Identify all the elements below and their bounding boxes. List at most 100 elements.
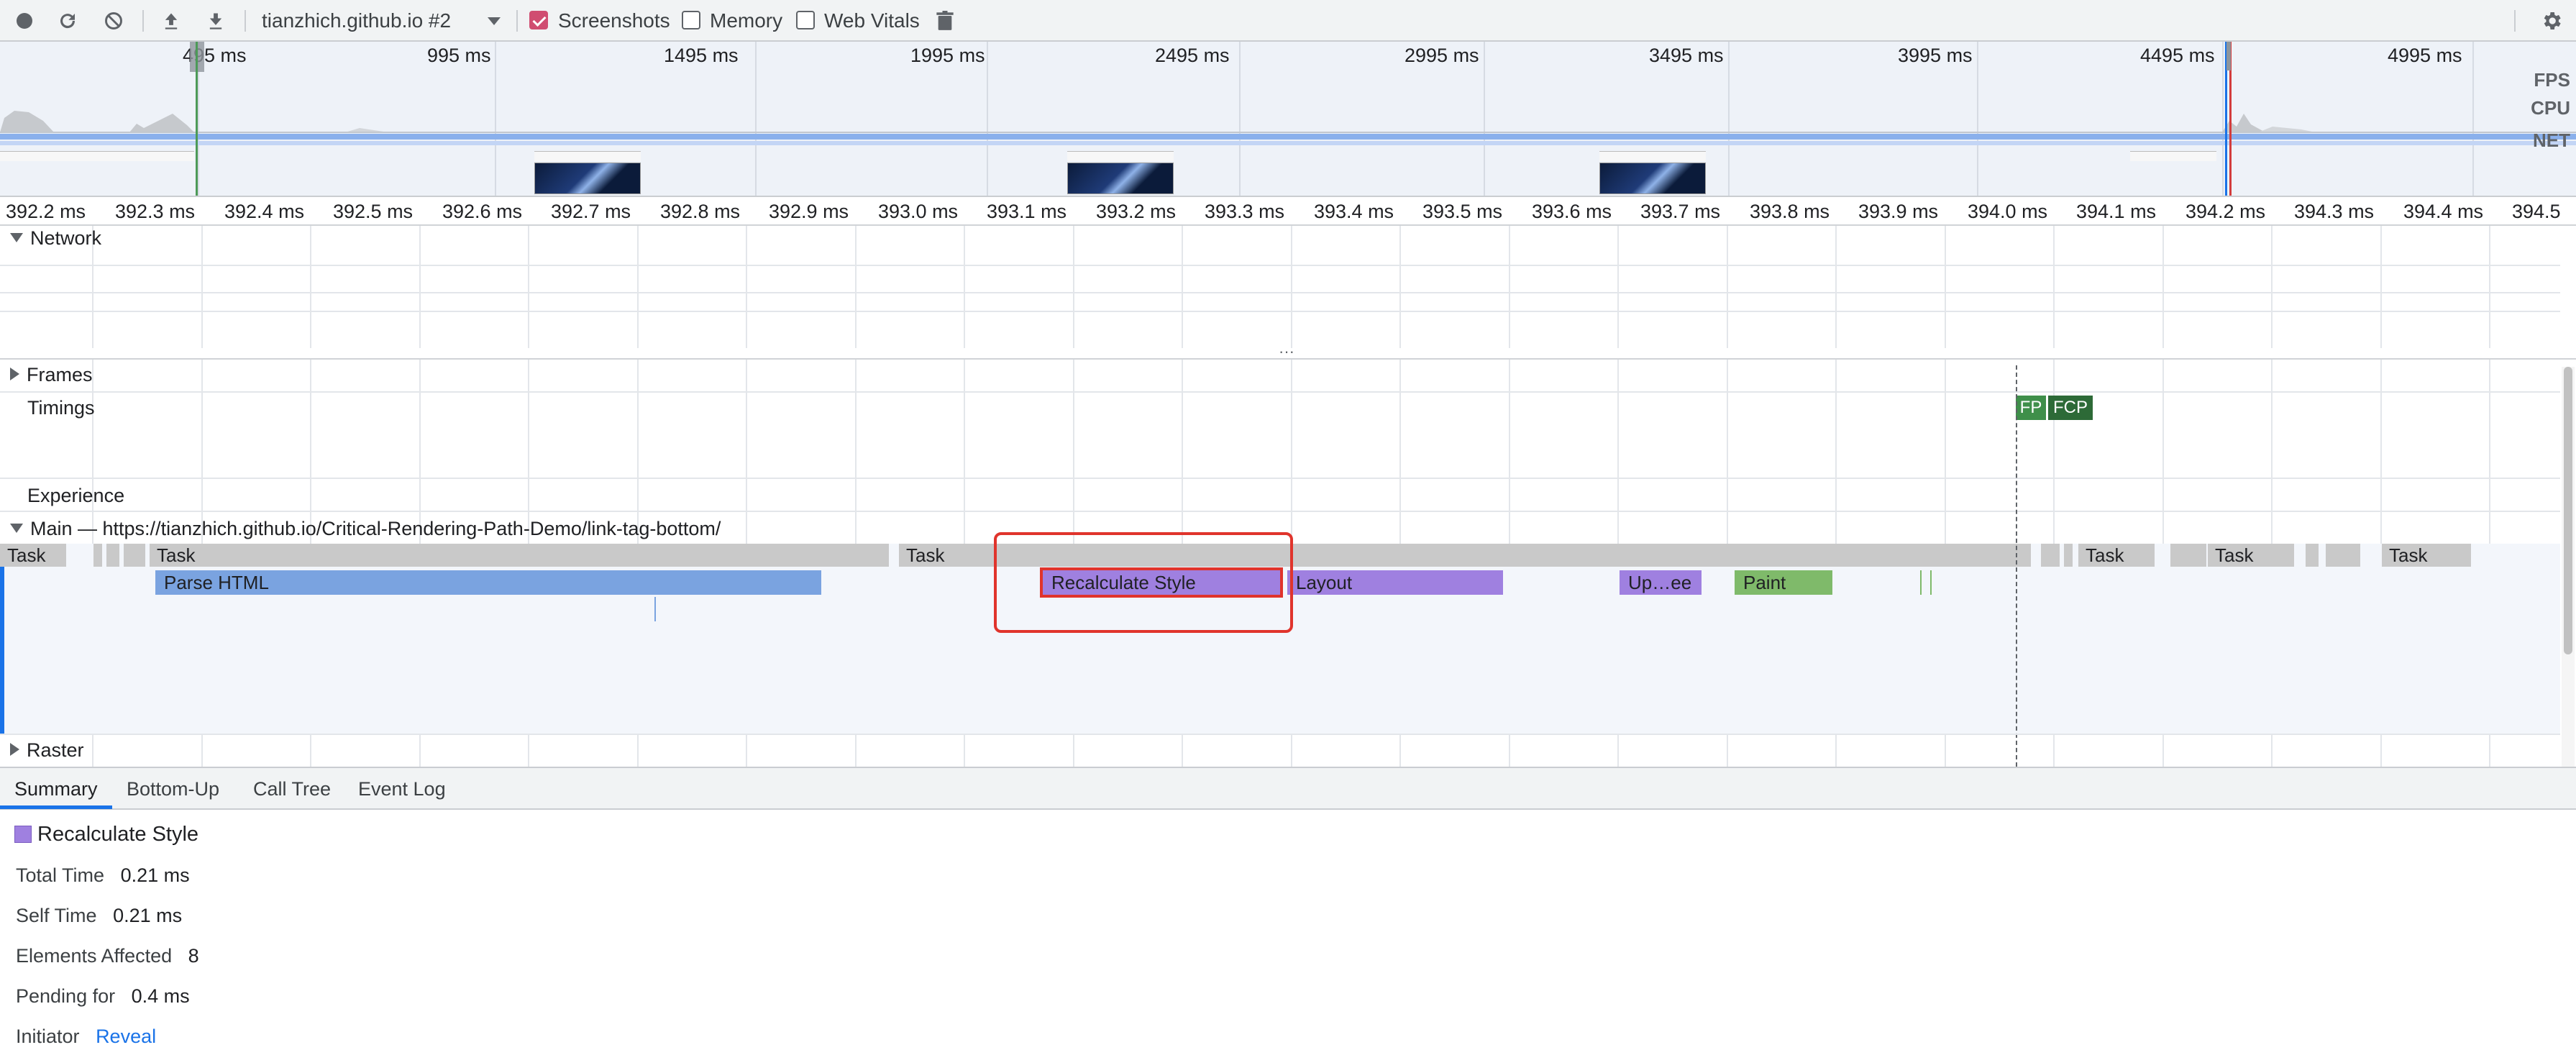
ruler-label: 392.4 ms [224,201,305,222]
initiator-reveal-link[interactable]: Reveal [96,1026,156,1047]
task-bar[interactable]: Task [2382,544,2471,567]
pending-for-value: 0.4 ms [131,985,190,1007]
web-vitals-checkbox[interactable] [796,11,815,29]
ruler-label: 393.6 ms [1532,201,1612,222]
fcp-marker[interactable]: FCP [2048,396,2093,420]
reload-icon[interactable] [53,0,82,42]
timings-track-title: Timings [27,397,95,419]
fp-timing-line [2016,365,2017,767]
self-time-row: Self Time 0.21 ms [16,905,182,927]
toolbar: tianzhich.github.io #2 Screenshots Memor… [0,0,2576,42]
ruler-label: 393.4 ms [1314,201,1394,222]
memory-label: Memory [710,9,783,32]
screenshots-checkbox[interactable] [529,11,548,29]
elements-affected-value: 8 [188,945,199,967]
upload-icon[interactable] [157,0,186,42]
ruler-label: 392.2 ms [6,201,86,222]
task-bar[interactable] [2306,544,2319,567]
frames-track-title: Frames [27,364,93,385]
expand-arrow-icon [10,233,23,242]
ruler-label: 392.8 ms [660,201,741,222]
task-bar[interactable] [93,544,102,567]
selection-handle[interactable] [2226,42,2231,70]
tab-event-log[interactable]: Event Log [358,768,446,810]
ruler-label: 392.7 ms [551,201,631,222]
self-time-label: Self Time [16,905,97,926]
overview-tick-label: 3995 ms [1898,45,1973,66]
settings-gear-icon[interactable] [2536,0,2567,42]
record-icon[interactable] [10,0,39,42]
raster-track-header[interactable]: Raster [10,739,84,762]
task-bar[interactable]: Task [2208,544,2294,567]
trash-icon[interactable] [931,0,959,42]
category-swatch [14,826,32,843]
ruler-label: 393.0 ms [878,201,959,222]
main-track-header[interactable]: Main — https://tianzhich.github.io/Criti… [10,518,721,540]
task-bar[interactable] [124,544,145,567]
frames-track-header[interactable]: Frames [10,364,93,386]
chevron-down-icon[interactable] [483,0,505,42]
ruler-label: 393.8 ms [1750,201,1830,222]
tab-summary[interactable]: Summary [14,768,98,810]
ruler-label: 394.3 ms [2294,201,2375,222]
highlight-annotation [994,532,1293,633]
paint-event[interactable]: Paint [1735,570,1832,595]
task-bar[interactable] [2326,544,2360,567]
task-bar[interactable] [2041,544,2060,567]
elements-affected-row: Elements Affected 8 [16,945,199,967]
ruler-label: 392.3 ms [115,201,196,222]
initiator-row: Initiator Reveal [16,1026,156,1048]
parse-html-event[interactable]: Parse HTML [155,570,821,595]
ruler-label: 394.4 ms [2403,201,2484,222]
initiator-label: Initiator [16,1026,80,1047]
active-tab-indicator [0,805,112,809]
ruler-label: 393.5 ms [1422,201,1503,222]
ruler-label: 393.7 ms [1640,201,1721,222]
cpu-activity-graph [0,111,2576,133]
overview-tick-label: 4495 ms [2140,45,2215,66]
task-bar[interactable]: Task [2078,544,2155,567]
expand-arrow-icon [10,524,23,533]
details-tabs: Summary Bottom-Up Call Tree Event Log [0,767,2576,810]
tab-call-tree[interactable]: Call Tree [253,768,331,810]
ruler-label: 394.5 [2512,201,2561,222]
task-bar[interactable] [106,544,119,567]
overview-tick-label: 4995 ms [2388,45,2462,66]
ruler-label: 392.5 ms [333,201,414,222]
ruler-label: 393.3 ms [1205,201,1285,222]
ruler-label: 394.2 ms [2186,201,2266,222]
profile-select[interactable]: tianzhich.github.io #2 [262,0,451,42]
ruler-label: 393.9 ms [1858,201,1939,222]
ruler-label: 393.2 ms [1096,201,1177,222]
screenshots-label: Screenshots [558,9,670,32]
ruler-label: 392.6 ms [442,201,523,222]
web-vitals-label: Web Vitals [824,9,920,32]
fp-marker[interactable]: FP [2016,396,2046,420]
network-track-title: Network [30,227,102,249]
overview-tick-label: 1495 ms [664,45,739,66]
update-layer-tree-event[interactable]: Up…ee [1620,570,1702,595]
elements-affected-label: Elements Affected [16,945,173,967]
timeline-overview[interactable]: 495 ms 995 ms 1495 ms 1995 ms 2495 ms 29… [0,42,2576,197]
clear-icon[interactable] [99,0,128,42]
task-bar[interactable]: Task [0,544,66,567]
pending-for-row: Pending for 0.4 ms [16,985,190,1008]
total-time-row: Total Time 0.21 ms [16,864,190,887]
memory-checkbox[interactable] [682,11,700,29]
layout-event[interactable]: Layout [1287,570,1503,595]
ruler-label: 394.0 ms [1968,201,2048,222]
resize-divider[interactable]: ··· [0,344,2576,360]
network-track-header[interactable]: Network [10,227,101,250]
expand-arrow-icon [10,743,19,756]
task-bar[interactable] [2064,544,2073,567]
ruler-label: 393.1 ms [987,201,1067,222]
download-icon[interactable] [201,0,230,42]
overview-tick-label: 1995 ms [910,45,985,66]
tab-bottom-up[interactable]: Bottom-Up [127,768,219,810]
task-bar[interactable]: Task [150,544,889,567]
raster-track-title: Raster [27,739,84,761]
task-bar[interactable] [2170,544,2206,567]
self-time-value: 0.21 ms [113,905,183,926]
vertical-scrollbar[interactable] [2562,367,2575,767]
experience-track-title: Experience [27,485,125,506]
